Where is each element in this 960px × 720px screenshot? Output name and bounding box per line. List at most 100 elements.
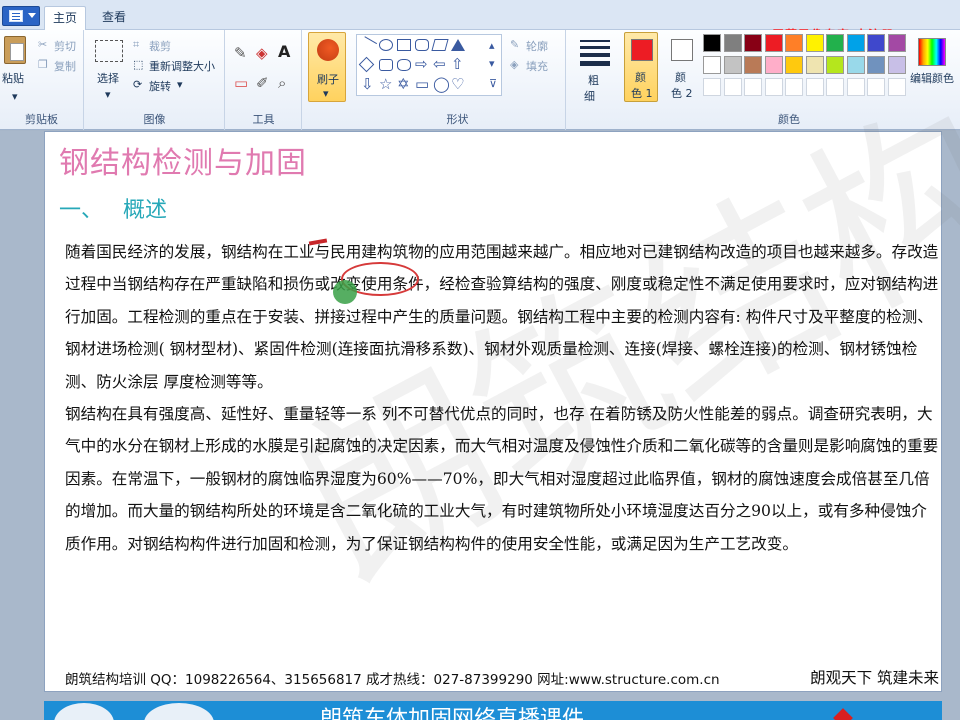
- paste-icon[interactable]: [4, 36, 26, 64]
- section-heading: 一、 概述: [59, 192, 167, 224]
- paste-button[interactable]: 粘贴: [2, 70, 24, 86]
- palette-swatch[interactable]: [764, 34, 783, 52]
- banner-photo: [144, 703, 214, 720]
- tab-home[interactable]: 主页: [44, 6, 86, 31]
- palette-swatch[interactable]: [846, 56, 865, 74]
- palette-swatch-empty[interactable]: [826, 78, 844, 96]
- heart-shape-icon[interactable]: ♡: [451, 75, 464, 93]
- palette-swatch[interactable]: [723, 34, 742, 52]
- app-menu-button[interactable]: [2, 6, 40, 26]
- rotate-icon: ⟳: [133, 78, 143, 91]
- palette-swatch[interactable]: [744, 56, 762, 74]
- resize-button[interactable]: 重新调整大小: [149, 58, 215, 74]
- paragraph: 随着国民经济的发展，钢结构在工业与民用建构筑物的应用范围越来越广。相应地对已建钢…: [65, 243, 939, 391]
- menu-icon: [9, 10, 23, 22]
- palette-swatch[interactable]: [703, 56, 721, 74]
- palette-swatch[interactable]: [703, 34, 721, 52]
- palette-swatch[interactable]: [785, 34, 803, 52]
- group-shapes: ⇨ ⇦ ⇧ ⇩ ☆ ✡ ▭ ◯ ♡ ▴ ▾ ⊽ ✎ 轮廓 ◈ 填充 形状: [350, 30, 566, 130]
- group-label-clipboard: 剪贴板: [25, 113, 58, 126]
- palette-swatch[interactable]: [846, 34, 865, 52]
- hexagon-shape-icon[interactable]: [397, 59, 411, 71]
- palette-swatch[interactable]: [826, 34, 844, 52]
- palette-swatch[interactable]: [867, 34, 885, 52]
- group-label-tools: 工具: [252, 113, 275, 126]
- ribbon: 粘贴 ▾ ✂ 剪切 ❐ 复制 剪贴板 选择 ▾ ⌗ 裁剪 ⬚ 重新调整大小 ⟳ …: [0, 30, 960, 130]
- palette-swatch[interactable]: [764, 56, 783, 74]
- palette-swatch[interactable]: [805, 56, 824, 74]
- color2-button[interactable]: 颜 色 2: [664, 32, 698, 102]
- drawing-canvas[interactable]: 朗筑结构 钢结构检测与加固 一、 概述 随着国民经济的发展，钢结构在工业与民用建构…: [44, 69, 960, 692]
- palette-swatch-empty[interactable]: [867, 78, 885, 96]
- diamond-shape-icon[interactable]: [358, 56, 375, 73]
- left-arrow-shape-icon[interactable]: ⇦: [433, 55, 446, 73]
- palette-swatch-empty[interactable]: [805, 78, 824, 96]
- tab-view[interactable]: 查看: [92, 6, 136, 30]
- text-icon[interactable]: A: [278, 42, 290, 61]
- star-shape-icon[interactable]: ☆: [379, 75, 392, 93]
- fill-icon[interactable]: ◈: [256, 44, 268, 62]
- magnifier-icon[interactable]: ⌕: [278, 74, 286, 92]
- edit-colors-icon[interactable]: [918, 38, 946, 66]
- more-shapes-icon[interactable]: ⊽: [489, 77, 497, 90]
- pencil-icon[interactable]: ✎: [234, 44, 247, 62]
- chevron-down-icon: ▾: [323, 87, 329, 100]
- fill-button[interactable]: 填充: [526, 58, 548, 74]
- footer-slogan: 朗观天下 筑建未来: [810, 669, 939, 687]
- star-six-shape-icon[interactable]: ✡: [397, 75, 410, 93]
- right-arrow-shape-icon[interactable]: ⇨: [415, 55, 428, 73]
- oval-shape-icon[interactable]: [379, 39, 393, 51]
- palette-swatch[interactable]: [826, 56, 844, 74]
- group-tools: ✎ ◈ A ▭ ✐ ⌕ 工具: [226, 30, 302, 130]
- color-picker-icon[interactable]: ✐: [256, 74, 269, 92]
- palette-swatch-empty[interactable]: [785, 78, 803, 96]
- down-arrow-shape-icon[interactable]: ⇩: [361, 75, 374, 93]
- banner-logo-icon: [833, 708, 853, 720]
- chevron-down-icon[interactable]: ▾: [105, 88, 111, 101]
- edit-colors-button[interactable]: 编辑颜色: [910, 70, 954, 86]
- color1-swatch: [631, 39, 653, 61]
- palette-swatch[interactable]: [867, 56, 885, 74]
- line-shape-icon[interactable]: [358, 36, 378, 54]
- palette-swatch-empty[interactable]: [703, 78, 721, 96]
- palette-swatch[interactable]: [723, 56, 742, 74]
- banner-text: 朗筑车体加固网络直播课件: [320, 707, 585, 720]
- eraser-icon[interactable]: ▭: [234, 74, 248, 92]
- size-label-bottom: 细: [584, 90, 595, 103]
- canvas-area: 朗筑结构 钢结构检测与加固 一、 概述 随着国民经济的发展，钢结构在工业与民用建构…: [0, 69, 960, 720]
- up-arrow-shape-icon[interactable]: ⇧: [451, 55, 464, 73]
- select-icon[interactable]: [95, 40, 123, 62]
- chevron-down-icon[interactable]: ▾: [489, 57, 495, 70]
- outline-button[interactable]: 轮廓: [526, 38, 548, 54]
- crop-button[interactable]: 裁剪: [149, 38, 171, 54]
- palette-swatch[interactable]: [785, 56, 803, 74]
- brushes-button[interactable]: 刷子 ▾: [308, 32, 346, 102]
- chevron-down-icon[interactable]: ▾: [177, 78, 183, 91]
- color1-button[interactable]: 颜 色 1: [624, 32, 658, 102]
- copy-button[interactable]: 复制: [54, 58, 76, 74]
- triangle-shape-icon[interactable]: [451, 39, 465, 51]
- chevron-up-icon[interactable]: ▴: [489, 39, 495, 52]
- palette-swatch[interactable]: [805, 34, 824, 52]
- pentagon-shape-icon[interactable]: [379, 59, 393, 71]
- palette-swatch[interactable]: [887, 56, 906, 74]
- chevron-down-icon: [28, 13, 36, 18]
- rectangle-shape-icon[interactable]: [397, 39, 411, 51]
- rotate-button[interactable]: 旋转: [149, 78, 171, 94]
- palette-swatch-empty[interactable]: [723, 78, 742, 96]
- rounded-rectangle-shape-icon[interactable]: [415, 39, 429, 51]
- palette-swatch-empty[interactable]: [887, 78, 906, 96]
- select-button[interactable]: 选择: [97, 70, 119, 86]
- cut-button[interactable]: 剪切: [54, 38, 76, 54]
- oval-callout-shape-icon[interactable]: ◯: [433, 75, 450, 93]
- palette-swatch[interactable]: [887, 34, 906, 52]
- palette-swatch-empty[interactable]: [846, 78, 865, 96]
- callout-shape-icon[interactable]: ▭: [415, 75, 429, 93]
- palette-swatch-empty[interactable]: [764, 78, 783, 96]
- size-line-3: [580, 53, 610, 57]
- palette-swatch[interactable]: [744, 34, 762, 52]
- palette-swatch-empty[interactable]: [744, 78, 762, 96]
- polygon-shape-icon[interactable]: [431, 39, 449, 51]
- shapes-gallery[interactable]: ⇨ ⇦ ⇧ ⇩ ☆ ✡ ▭ ◯ ♡ ▴ ▾ ⊽: [356, 34, 502, 96]
- chevron-down-icon[interactable]: ▾: [12, 90, 18, 103]
